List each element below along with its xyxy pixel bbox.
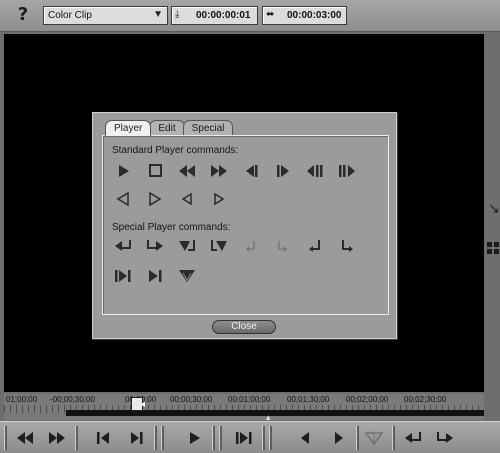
tick-label: -00;00;30;00 — [50, 395, 95, 404]
rewind-icon[interactable] — [11, 426, 39, 450]
separator — [356, 426, 359, 450]
trim-icon[interactable] — [175, 266, 199, 286]
clip-type-select[interactable]: Color Clip ▼ — [43, 6, 168, 25]
insert-left-icon[interactable] — [111, 236, 135, 256]
special-row-2 — [111, 266, 199, 286]
separator — [262, 426, 265, 450]
duration-field[interactable]: ⬌ 00:00:03:00 — [262, 6, 347, 25]
transport-group-nav — [292, 426, 359, 450]
transport-group-step — [90, 426, 164, 450]
step-forward-icon[interactable] — [122, 426, 150, 450]
tick-label: 01;00;00 — [6, 395, 38, 404]
tick-label: 00;02;00;00 — [346, 395, 389, 404]
tick-label: 00;02;30;00 — [404, 395, 447, 404]
standard-commands-label: Standard Player commands: — [112, 145, 239, 156]
insert-right-icon[interactable] — [143, 236, 167, 256]
mark-in-flag-icon[interactable]: ◂ — [140, 399, 145, 410]
special-row-1 — [111, 236, 359, 256]
transport-group-end — [230, 426, 272, 450]
go-out-icon[interactable] — [335, 236, 359, 256]
close-button[interactable]: Close — [212, 320, 276, 334]
slow-reverse-icon[interactable] — [175, 189, 199, 209]
overwrite-icon[interactable] — [431, 426, 459, 450]
transport-bar — [0, 421, 500, 453]
step-back-icon[interactable] — [90, 426, 118, 450]
chevron-down-icon: ▼ — [153, 9, 163, 20]
stop-icon[interactable] — [143, 161, 167, 181]
slow-forward-icon[interactable] — [207, 189, 231, 209]
trim-disabled-icon — [360, 426, 388, 450]
special-commands-label: Special Player commands: — [112, 222, 231, 233]
step-back-icon[interactable] — [239, 161, 263, 181]
separator — [154, 426, 157, 450]
next-frame-icon[interactable] — [335, 161, 359, 181]
standard-row-1 — [111, 161, 359, 181]
tab-special[interactable]: Special — [182, 120, 234, 135]
overwrite-right-icon[interactable] — [207, 236, 231, 256]
insert-icon[interactable] — [399, 426, 427, 450]
separator — [212, 426, 215, 450]
play-forward-icon[interactable] — [143, 189, 167, 209]
mark-in-icon: ⤓ — [175, 9, 180, 20]
mark-in-disabled-icon — [239, 236, 263, 256]
clip-type-value: Color Clip — [48, 10, 92, 21]
dialog-tabs: Player Edit Special — [105, 120, 234, 136]
separator — [392, 426, 395, 450]
separator — [161, 426, 164, 450]
tick-label: 00;01;00;00 — [228, 395, 271, 404]
go-in-icon[interactable] — [303, 236, 327, 256]
tick-label: 00;01;30;00 — [287, 395, 330, 404]
separator — [219, 426, 222, 450]
transport-group-seek — [4, 426, 78, 450]
duration-value: 00:00:03:00 — [287, 10, 342, 21]
end-icon[interactable] — [230, 426, 258, 450]
timeline-ruler: 01;00;00 -00;00;30;00 00;00;00 00;00;30;… — [4, 395, 484, 405]
play-reverse-icon[interactable] — [111, 189, 135, 209]
grid-icon[interactable] — [487, 242, 499, 254]
play-icon[interactable] — [180, 426, 208, 450]
transport-group-play — [180, 426, 222, 450]
expand-icon[interactable]: ↘ — [488, 200, 500, 217]
scrub-bar[interactable] — [66, 410, 484, 416]
tick-label: 00;00;30;00 — [170, 395, 213, 404]
in-time-field[interactable]: ⤓ 00:00:00:01 — [171, 6, 258, 25]
goto-end-icon[interactable] — [143, 266, 167, 286]
player-tab-panel: Standard Player commands: Special Player… — [102, 135, 389, 315]
separator — [4, 426, 7, 450]
duration-icon: ⬌ — [266, 9, 275, 20]
tab-edit[interactable]: Edit — [149, 120, 185, 135]
rewind-icon[interactable] — [175, 161, 199, 181]
tab-player[interactable]: Player — [105, 120, 152, 136]
top-toolbar: ? Color Clip ▼ ⤓ 00:00:00:01 ⬌ 00:00:03:… — [0, 0, 500, 32]
player-commands-dialog: Player Edit Special Standard Player comm… — [92, 112, 397, 339]
prev-frame-icon[interactable] — [303, 161, 327, 181]
help-icon[interactable]: ? — [15, 5, 31, 25]
mark-out-disabled-icon — [271, 236, 295, 256]
fast-forward-icon[interactable] — [207, 161, 231, 181]
step-forward-icon[interactable] — [271, 161, 295, 181]
transport-group-edit — [360, 426, 459, 450]
fast-forward-icon[interactable] — [43, 426, 71, 450]
prev-icon[interactable] — [292, 426, 320, 450]
overwrite-left-icon[interactable] — [175, 236, 199, 256]
separator — [269, 426, 272, 450]
standard-row-2 — [111, 189, 231, 209]
in-time-value: 00:00:00:01 — [196, 10, 251, 21]
play-icon[interactable] — [111, 161, 135, 181]
goto-start-icon[interactable] — [111, 266, 135, 286]
separator — [75, 426, 78, 450]
next-icon[interactable] — [324, 426, 352, 450]
